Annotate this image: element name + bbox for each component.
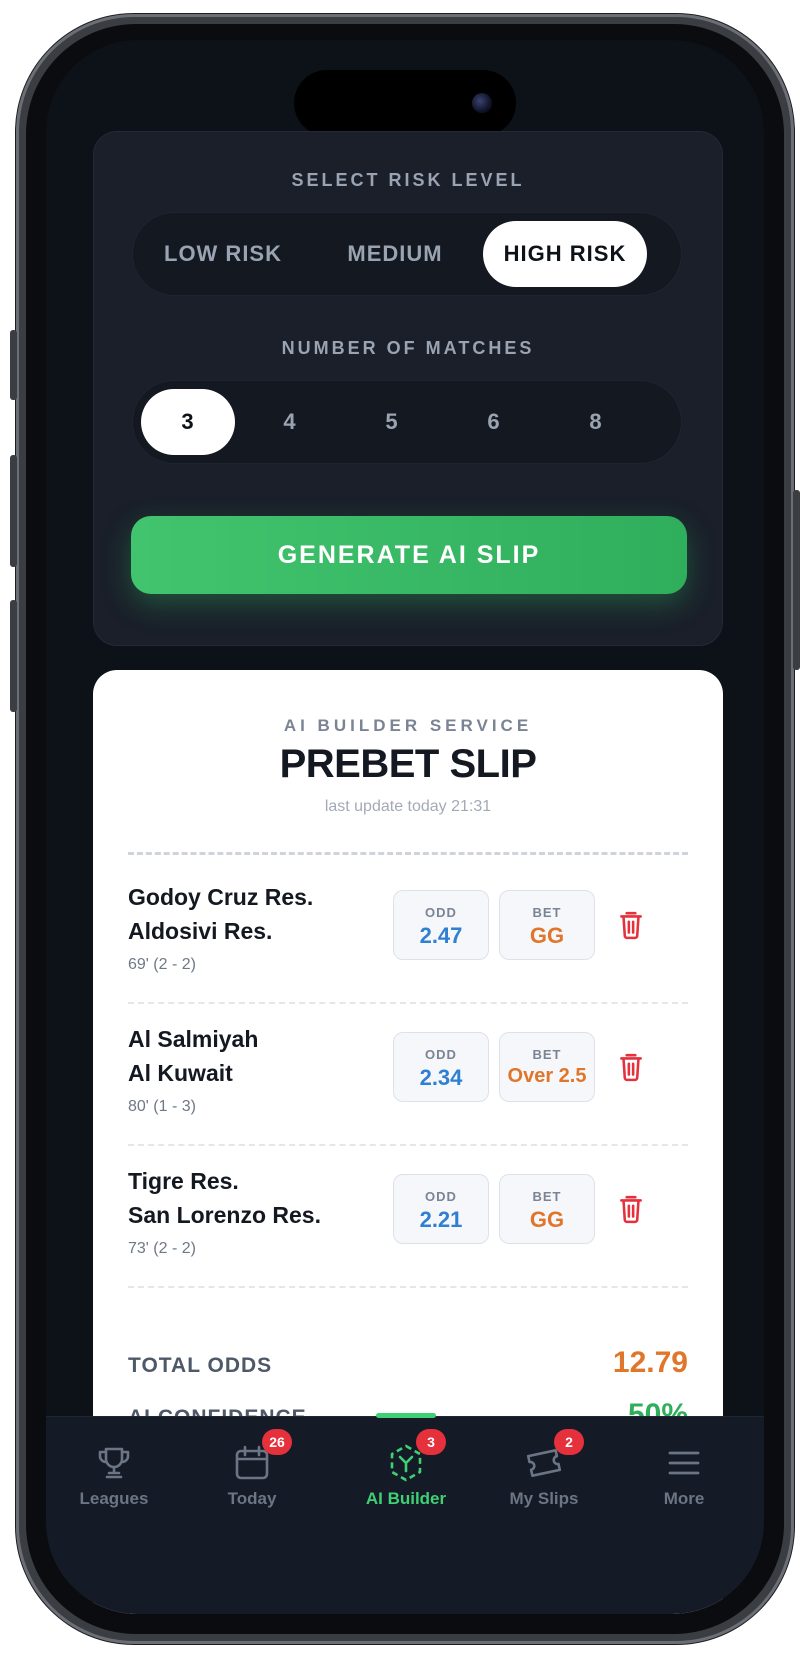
- trash-icon[interactable]: [618, 1194, 644, 1224]
- tab-more[interactable]: More: [614, 1417, 754, 1527]
- risk-level-title: SELECT RISK LEVEL: [291, 170, 525, 190]
- risk-option-low[interactable]: LOW RISK: [141, 221, 305, 287]
- tab-label: My Slips: [509, 1489, 579, 1508]
- trash-icon[interactable]: [618, 910, 644, 940]
- dynamic-island: [294, 70, 516, 136]
- slip-config-panel: SELECT RISK LEVEL LOW RISK MEDIUM HIGH R…: [93, 131, 723, 646]
- tab-my-slips[interactable]: 2 My Slips: [474, 1417, 614, 1527]
- matches-option-4[interactable]: 4: [243, 389, 337, 455]
- match-status: 73' (2 - 2): [128, 1240, 196, 1257]
- side-button-volume-up: [10, 455, 17, 567]
- bet-box: BET GG: [499, 1174, 595, 1244]
- slip-header-divider: [128, 852, 688, 855]
- row-divider: [128, 1144, 688, 1146]
- side-button-power: [793, 490, 800, 670]
- home-team: Al Salmiyah: [128, 1026, 259, 1052]
- trophy-icon: [98, 1447, 130, 1479]
- odd-label: ODD: [425, 1047, 457, 1062]
- matches-option-6[interactable]: 6: [447, 389, 541, 455]
- row-divider: [128, 1002, 688, 1004]
- bet-label: BET: [532, 1189, 562, 1204]
- active-tab-indicator: [376, 1413, 436, 1418]
- odd-value: 2.47: [419, 923, 463, 948]
- matches-count-selector: 3 4 5 6 8: [132, 380, 682, 464]
- risk-level-selector: LOW RISK MEDIUM HIGH RISK: [132, 212, 682, 296]
- ai-builder-badge: 3: [416, 1429, 446, 1455]
- bet-value: GG: [529, 923, 565, 948]
- match-status: 80' (1 - 3): [128, 1098, 196, 1115]
- side-button-action: [10, 330, 17, 400]
- camera-icon: [472, 93, 492, 113]
- bet-label: BET: [532, 905, 562, 920]
- away-team: San Lorenzo Res.: [128, 1202, 321, 1228]
- match-row: Al Salmiyah Al Kuwait 80' (1 - 3) ODD 2.…: [128, 1026, 688, 1136]
- tab-label: Today: [227, 1489, 277, 1508]
- away-team: Aldosivi Res.: [128, 918, 273, 944]
- matches-count-title: NUMBER OF MATCHES: [281, 338, 535, 358]
- odd-label: ODD: [425, 905, 457, 920]
- tab-today[interactable]: 26 Today: [182, 1417, 322, 1527]
- bet-value: Over 2.5: [507, 1065, 587, 1087]
- odd-box: ODD 2.47: [393, 890, 489, 960]
- generate-ai-slip-button[interactable]: GENERATE AI SLIP: [131, 516, 687, 594]
- tab-label: AI Builder: [365, 1489, 447, 1508]
- risk-option-high[interactable]: HIGH RISK: [483, 221, 647, 287]
- total-odds-value: 12.79: [612, 1346, 688, 1379]
- side-button-volume-down: [10, 600, 17, 712]
- risk-option-medium[interactable]: MEDIUM: [313, 221, 477, 287]
- trash-icon[interactable]: [618, 1052, 644, 1082]
- matches-option-3[interactable]: 3: [141, 389, 235, 455]
- app-screen: SELECT RISK LEVEL LOW RISK MEDIUM HIGH R…: [46, 40, 764, 1614]
- slip-last-update: last update today 21:31: [324, 798, 492, 815]
- tab-ai-builder[interactable]: 3 AI Builder: [336, 1413, 476, 1527]
- bottom-tab-bar: Leagues 26 Today 3 AI Builder 2 My Slips…: [46, 1413, 764, 1614]
- menu-icon: [668, 1451, 700, 1475]
- odd-box: ODD 2.21: [393, 1174, 489, 1244]
- tab-label: Leagues: [79, 1489, 149, 1508]
- bet-label: BET: [532, 1047, 562, 1062]
- matches-option-5[interactable]: 5: [345, 389, 439, 455]
- matches-option-8[interactable]: 8: [549, 389, 643, 455]
- row-divider: [128, 1286, 688, 1288]
- home-team: Tigre Res.: [128, 1168, 239, 1194]
- odd-label: ODD: [425, 1189, 457, 1204]
- tab-leagues[interactable]: Leagues: [46, 1417, 184, 1527]
- match-row: Tigre Res. San Lorenzo Res. 73' (2 - 2) …: [128, 1168, 688, 1278]
- slip-eyebrow: AI BUILDER SERVICE: [283, 716, 533, 735]
- tab-label: More: [663, 1489, 705, 1508]
- match-row: Godoy Cruz Res. Aldosivi Res. 69' (2 - 2…: [128, 884, 688, 994]
- slip-title: PREBET SLIP: [279, 742, 537, 786]
- match-status: 69' (2 - 2): [128, 956, 196, 973]
- home-team: Godoy Cruz Res.: [128, 884, 314, 910]
- total-odds-label: TOTAL ODDS: [128, 1354, 273, 1377]
- today-badge: 26: [262, 1429, 292, 1455]
- bet-box: BET Over 2.5: [499, 1032, 595, 1102]
- odd-value: 2.34: [419, 1065, 463, 1090]
- bet-box: BET GG: [499, 890, 595, 960]
- bet-value: GG: [529, 1207, 565, 1232]
- my-slips-badge: 2: [554, 1429, 584, 1455]
- odd-box: ODD 2.34: [393, 1032, 489, 1102]
- away-team: Al Kuwait: [128, 1060, 233, 1086]
- odd-value: 2.21: [419, 1207, 463, 1232]
